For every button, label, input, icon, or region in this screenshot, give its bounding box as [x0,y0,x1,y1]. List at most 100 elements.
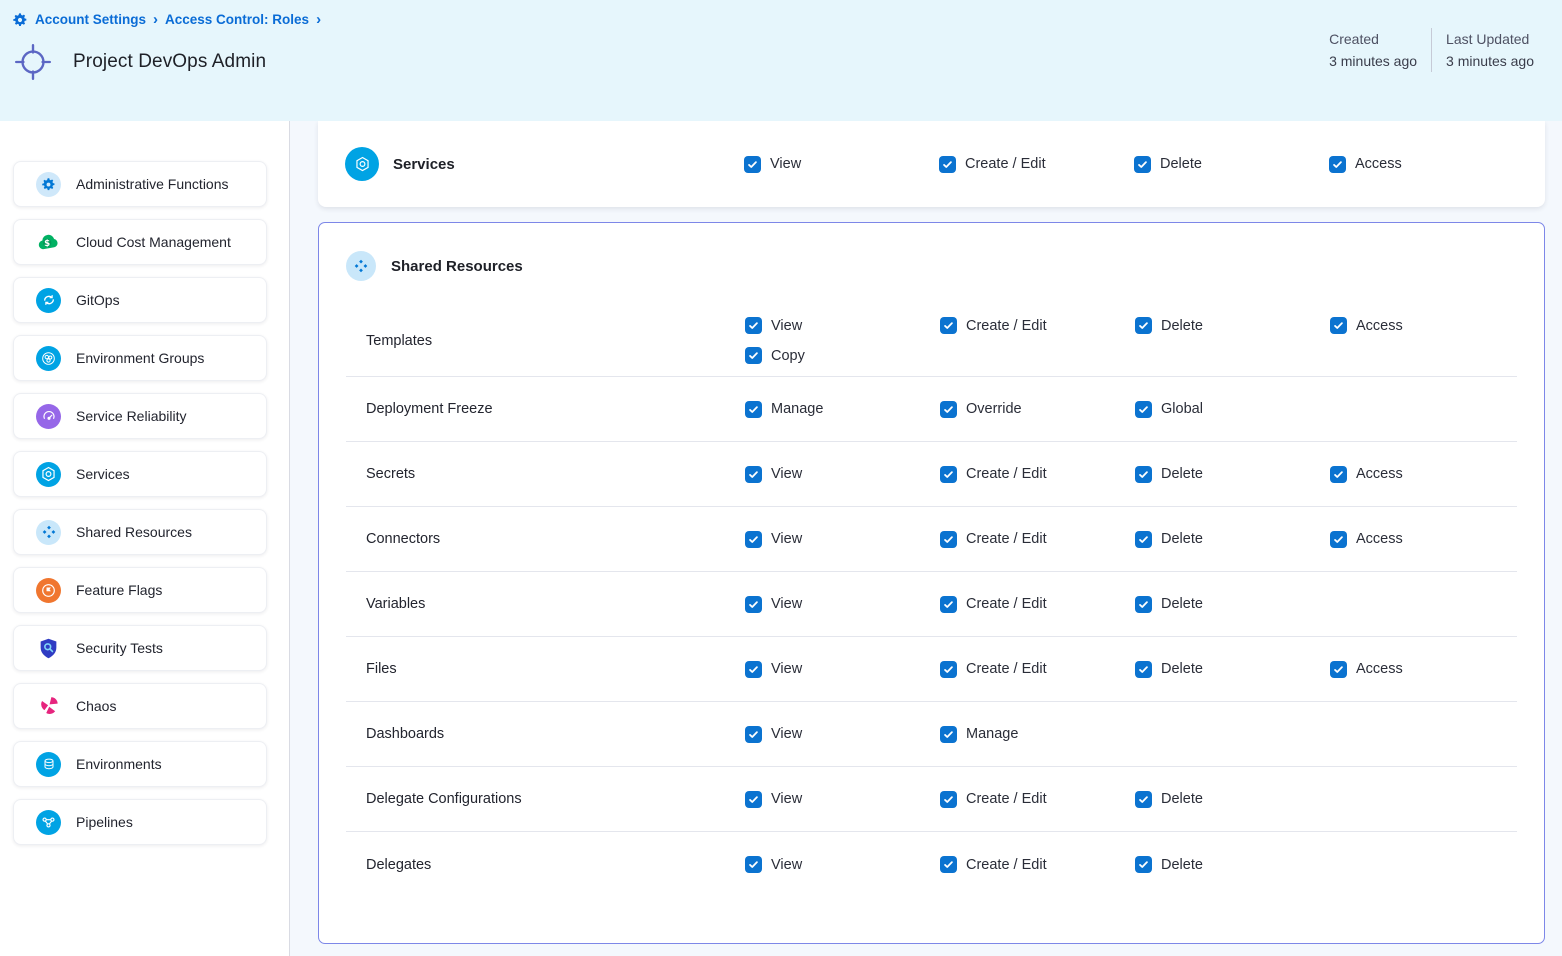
sidebar-item-feature-flags[interactable]: Feature Flags [13,567,267,613]
checkbox-checked-icon[interactable] [940,466,957,483]
permission-row-dashboards: DashboardsViewManage [346,702,1517,767]
permission-delegate-configurations-delete[interactable]: Delete [1135,791,1330,808]
resource-label: Dashboards [346,726,745,742]
permission-row-delegate-configurations: Delegate ConfigurationsViewCreate / Edit… [346,767,1517,832]
checkbox-checked-icon[interactable] [1135,317,1152,334]
permission-secrets-delete[interactable]: Delete [1135,466,1330,483]
permission-delegate-configurations-create-edit[interactable]: Create / Edit [940,791,1135,808]
sidebar-item-environments[interactable]: Environments [13,741,267,787]
checkbox-checked-icon[interactable] [1135,466,1152,483]
svg-text:$: $ [44,239,50,249]
permission-templates-view[interactable]: View [745,317,940,334]
sidebar-item-environment-groups[interactable]: Environment Groups [13,335,267,381]
sidebar-item-security-tests[interactable]: Security Tests [13,625,267,671]
permission-delegates-create-edit[interactable]: Create / Edit [940,856,1135,873]
checkbox-checked-icon[interactable] [745,531,762,548]
permission-files-create-edit[interactable]: Create / Edit [940,661,1135,678]
checkbox-checked-icon[interactable] [745,791,762,808]
checkbox-checked-icon[interactable] [1135,791,1152,808]
cloud-cost-icon: $ [36,230,61,255]
permission-variables-view[interactable]: View [745,596,940,613]
checkbox-checked-icon[interactable] [1330,317,1347,334]
permission-files-delete[interactable]: Delete [1135,661,1330,678]
sidebar-item-chaos[interactable]: Chaos [13,683,267,729]
permission-deployment-freeze-override[interactable]: Override [940,401,1135,418]
checkbox-checked-icon[interactable] [745,661,762,678]
sidebar-item-cloud-cost-management[interactable]: $Cloud Cost Management [13,219,267,265]
permission-secrets-view[interactable]: View [745,466,940,483]
permission-label: View [771,857,802,873]
sidebar-item-label: Pipelines [76,814,133,830]
sidebar-item-label: Environments [76,756,162,772]
checkbox-checked-icon[interactable] [745,401,762,418]
permission-files-view[interactable]: View [745,661,940,678]
permission-dashboards-view[interactable]: View [745,726,940,743]
permission-variables-create-edit[interactable]: Create / Edit [940,596,1135,613]
permission-delegate-configurations-view[interactable]: View [745,791,940,808]
sidebar-item-services[interactable]: Services [13,451,267,497]
permission-label: Delete [1161,857,1203,873]
checkbox-checked-icon[interactable] [940,401,957,418]
checkbox-checked-icon[interactable] [1330,661,1347,678]
breadcrumb-access-control-roles[interactable]: Access Control: Roles [165,12,309,27]
services-hexagon-icon [36,462,61,487]
permission-deployment-freeze-manage[interactable]: Manage [745,401,940,418]
checkbox-checked-icon[interactable] [745,596,762,613]
checkbox-checked-icon[interactable] [1135,401,1152,418]
checkbox-checked-icon[interactable] [1135,661,1152,678]
checkbox-checked-icon[interactable] [1330,531,1347,548]
permission-services-access[interactable]: Access [1329,156,1402,173]
permission-templates-create-edit[interactable]: Create / Edit [940,317,1135,334]
checkbox-checked-icon[interactable] [940,596,957,613]
permission-templates-access[interactable]: Access [1330,317,1517,334]
checkbox-checked-icon[interactable] [745,856,762,873]
sidebar-item-service-reliability[interactable]: Service Reliability [13,393,267,439]
permission-services-view[interactable]: View [744,156,939,173]
permission-files-access[interactable]: Access [1330,661,1517,678]
checkbox-checked-icon[interactable] [745,726,762,743]
checkbox-checked-icon[interactable] [745,347,762,364]
permission-label: Access [1355,156,1402,172]
checkbox-checked-icon[interactable] [1135,856,1152,873]
page: Account Settings › Access Control: Roles… [0,0,1562,956]
checkbox-checked-icon[interactable] [1329,156,1346,173]
checkbox-checked-icon[interactable] [940,661,957,678]
permission-secrets-create-edit[interactable]: Create / Edit [940,466,1135,483]
permission-services-delete[interactable]: Delete [1134,156,1329,173]
permission-templates-delete[interactable]: Delete [1135,317,1330,334]
checkbox-checked-icon[interactable] [1134,156,1151,173]
permission-connectors-view[interactable]: View [745,531,940,548]
permission-secrets-access[interactable]: Access [1330,466,1517,483]
sidebar-item-pipelines[interactable]: Pipelines [13,799,267,845]
checkbox-checked-icon[interactable] [745,317,762,334]
checkbox-checked-icon[interactable] [940,317,957,334]
checkbox-checked-icon[interactable] [940,856,957,873]
permission-delegates-delete[interactable]: Delete [1135,856,1330,873]
resource-label: Delegate Configurations [346,791,745,807]
permission-variables-delete[interactable]: Delete [1135,596,1330,613]
checkbox-checked-icon[interactable] [745,466,762,483]
checkbox-checked-icon[interactable] [939,156,956,173]
breadcrumb-account-settings[interactable]: Account Settings [35,12,146,27]
checkbox-checked-icon[interactable] [1330,466,1347,483]
permission-deployment-freeze-global[interactable]: Global [1135,401,1330,418]
permission-connectors-access[interactable]: Access [1330,531,1517,548]
checkbox-checked-icon[interactable] [1135,531,1152,548]
permission-connectors-delete[interactable]: Delete [1135,531,1330,548]
checkbox-checked-icon[interactable] [940,791,957,808]
checkbox-checked-icon[interactable] [940,531,957,548]
permission-dashboards-manage[interactable]: Manage [940,726,1135,743]
permission-connectors-create-edit[interactable]: Create / Edit [940,531,1135,548]
checkbox-checked-icon[interactable] [1135,596,1152,613]
permission-delegates-view[interactable]: View [745,856,940,873]
sidebar-item-gitops[interactable]: GitOps [13,277,267,323]
sidebar-item-administrative-functions[interactable]: Administrative Functions [13,161,267,207]
permission-services-create-edit[interactable]: Create / Edit [939,156,1134,173]
permission-label: Access [1356,531,1403,547]
permission-label: Create / Edit [966,857,1047,873]
checkbox-checked-icon[interactable] [744,156,761,173]
permission-label: Create / Edit [966,661,1047,677]
sidebar-item-shared-resources[interactable]: Shared Resources [13,509,267,555]
checkbox-checked-icon[interactable] [940,726,957,743]
permission-templates-copy[interactable]: Copy [745,347,940,364]
